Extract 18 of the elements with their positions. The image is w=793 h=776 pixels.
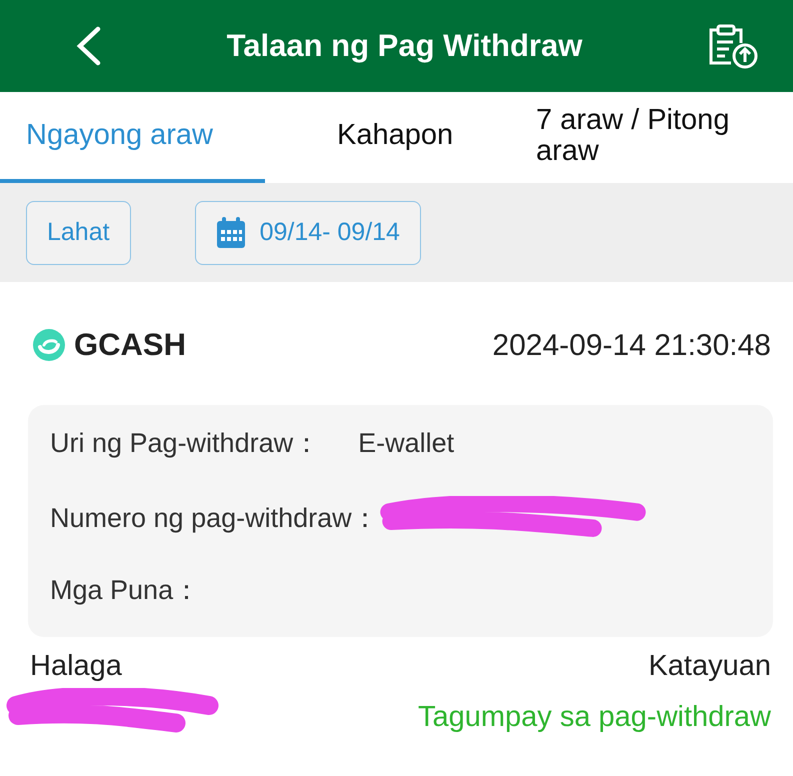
detail-value: E-wallet [358, 426, 454, 460]
filter-button[interactable]: Lahat [26, 200, 131, 264]
status-value: Tagumpay sa pag-withdraw [418, 700, 771, 735]
status-label: Katayuan [648, 648, 771, 684]
clipboard-upload-icon[interactable] [707, 23, 759, 69]
date-range-button[interactable]: 09/14- 09/14 [194, 200, 421, 264]
payment-method: GCASH [74, 326, 186, 364]
back-button[interactable] [74, 26, 102, 66]
detail-label: Mga Puna： [50, 574, 200, 608]
timestamp: 2024-09-14 21:30:48 [492, 328, 771, 364]
tab[interactable]: Kahapon [265, 92, 510, 183]
detail-label: Numero ng pag-withdraw： [50, 502, 379, 536]
page-title: Talaan ng Pag Withdraw [226, 26, 582, 65]
calendar-icon [216, 216, 246, 248]
detail-label: Uri ng Pag-withdraw： [50, 426, 320, 460]
amount-label: Halaga [30, 648, 123, 684]
tab[interactable]: 7 araw / Pitong araw [510, 92, 793, 183]
wallet-logo-icon [32, 328, 66, 362]
